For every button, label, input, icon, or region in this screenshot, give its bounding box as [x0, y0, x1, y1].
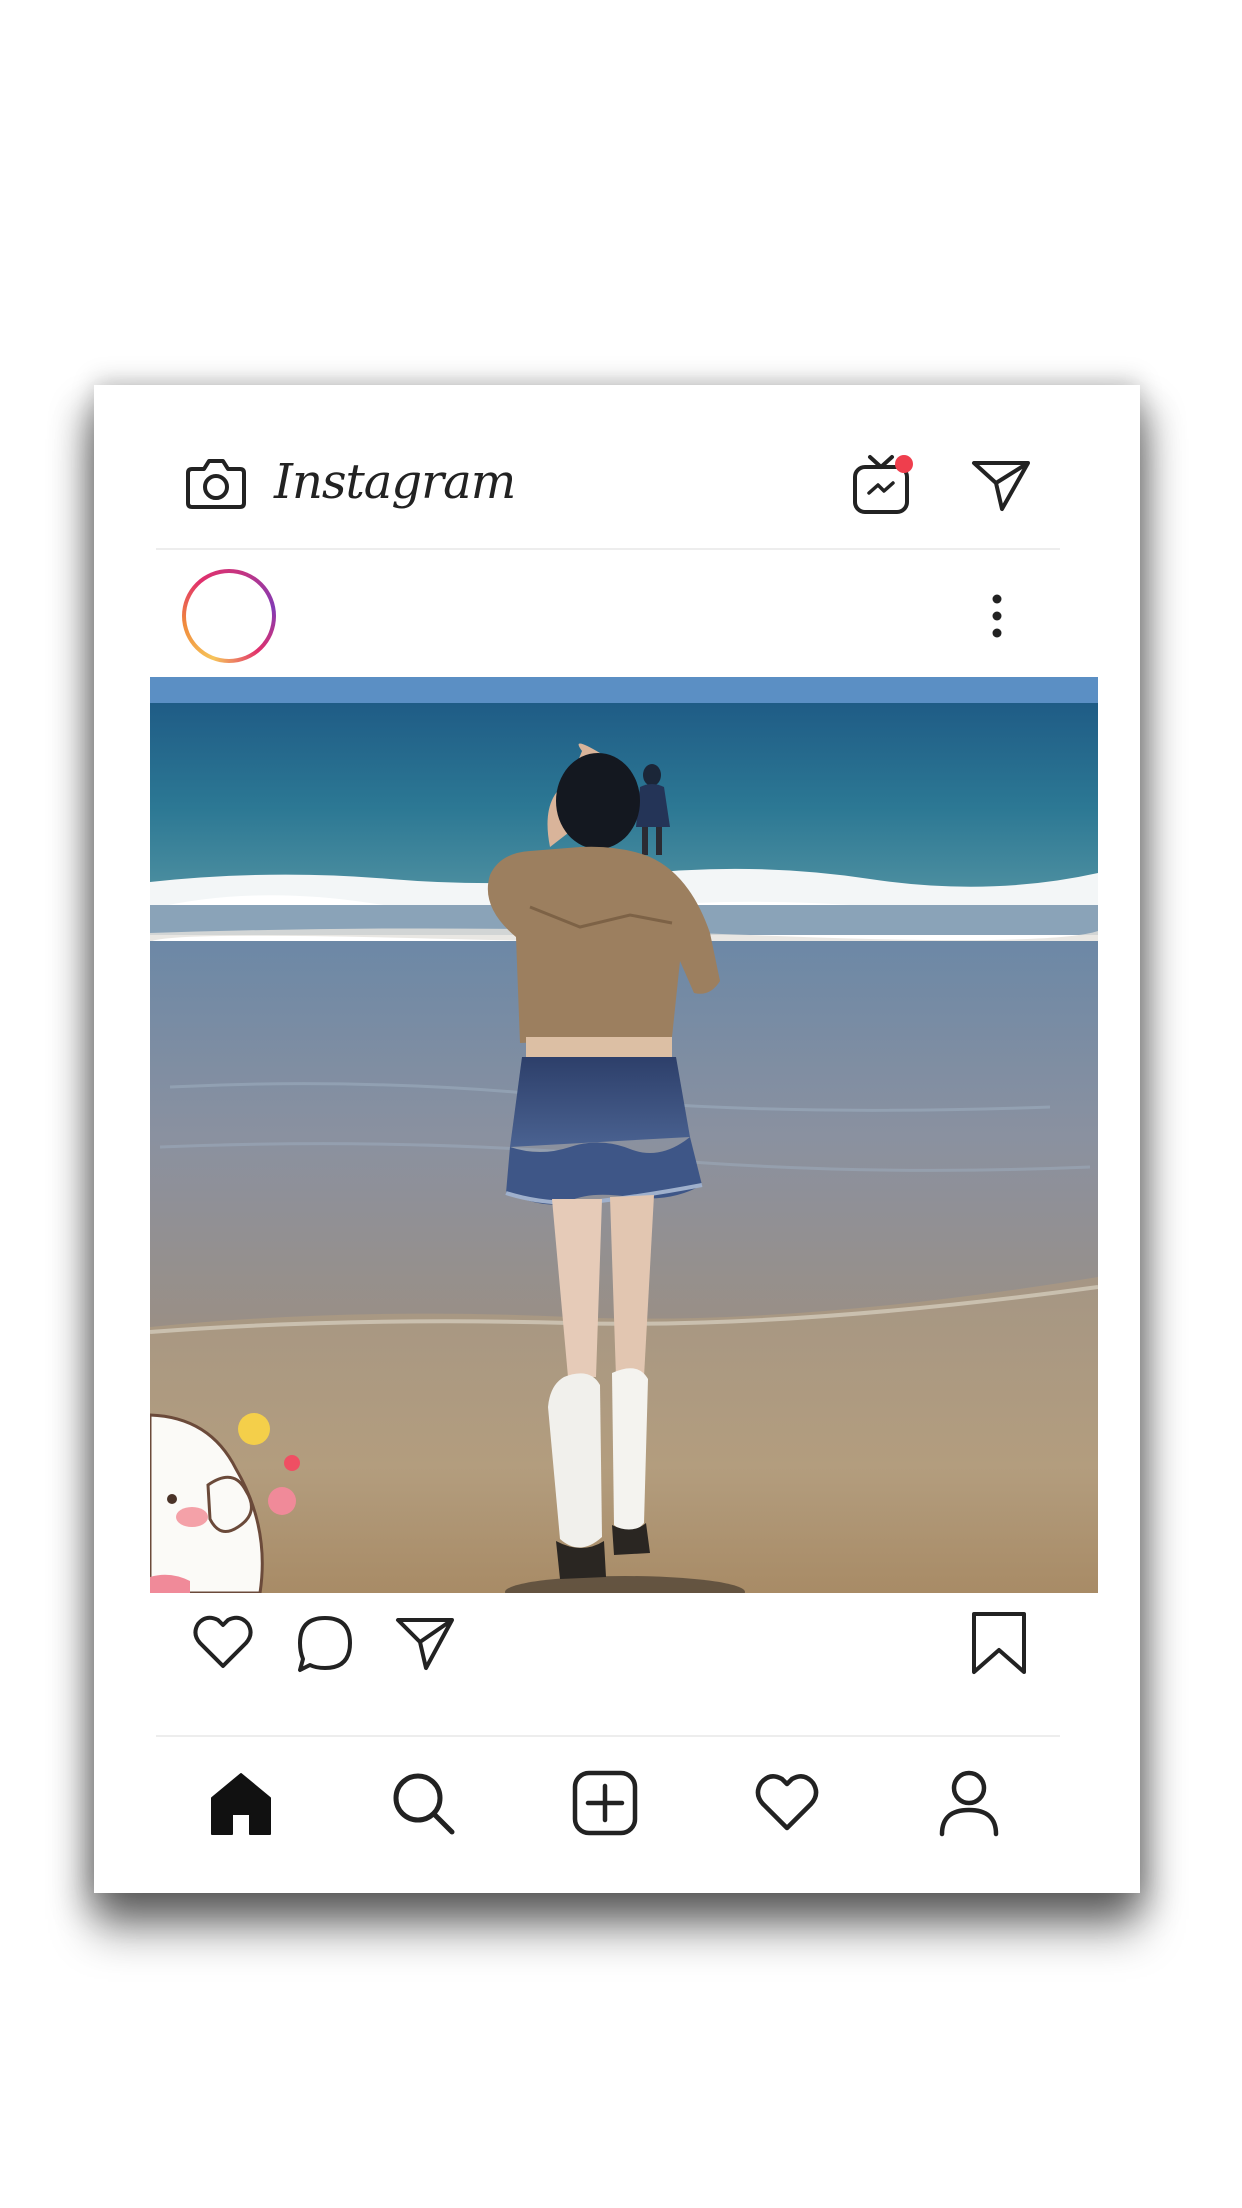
comment-icon[interactable]: [292, 1610, 358, 1676]
bottom-tab-bar: [94, 1768, 1140, 1868]
search-icon[interactable]: [388, 1768, 458, 1838]
more-vertical-icon[interactable]: [982, 591, 1012, 641]
profile-icon[interactable]: [934, 1768, 1004, 1838]
post-action-bar: [94, 1610, 1140, 1690]
instagram-logo: Instagram: [274, 454, 516, 510]
share-icon[interactable]: [392, 1610, 458, 1676]
beach-photo[interactable]: [150, 677, 1098, 1593]
tabbar-divider: [156, 1735, 1060, 1737]
home-icon[interactable]: [206, 1768, 276, 1838]
bookmark-icon[interactable]: [966, 1610, 1032, 1676]
igtv-icon[interactable]: [850, 451, 918, 517]
header-divider: [156, 548, 1060, 550]
instagram-post-frame: Instagram: [94, 385, 1140, 1893]
add-post-icon[interactable]: [570, 1768, 640, 1838]
paper-plane-icon[interactable]: [970, 457, 1032, 513]
heart-icon[interactable]: [190, 1610, 256, 1676]
activity-heart-icon[interactable]: [752, 1768, 822, 1838]
app-header: Instagram: [94, 385, 1140, 550]
camera-icon[interactable]: [184, 455, 248, 511]
avatar[interactable]: [182, 569, 276, 663]
